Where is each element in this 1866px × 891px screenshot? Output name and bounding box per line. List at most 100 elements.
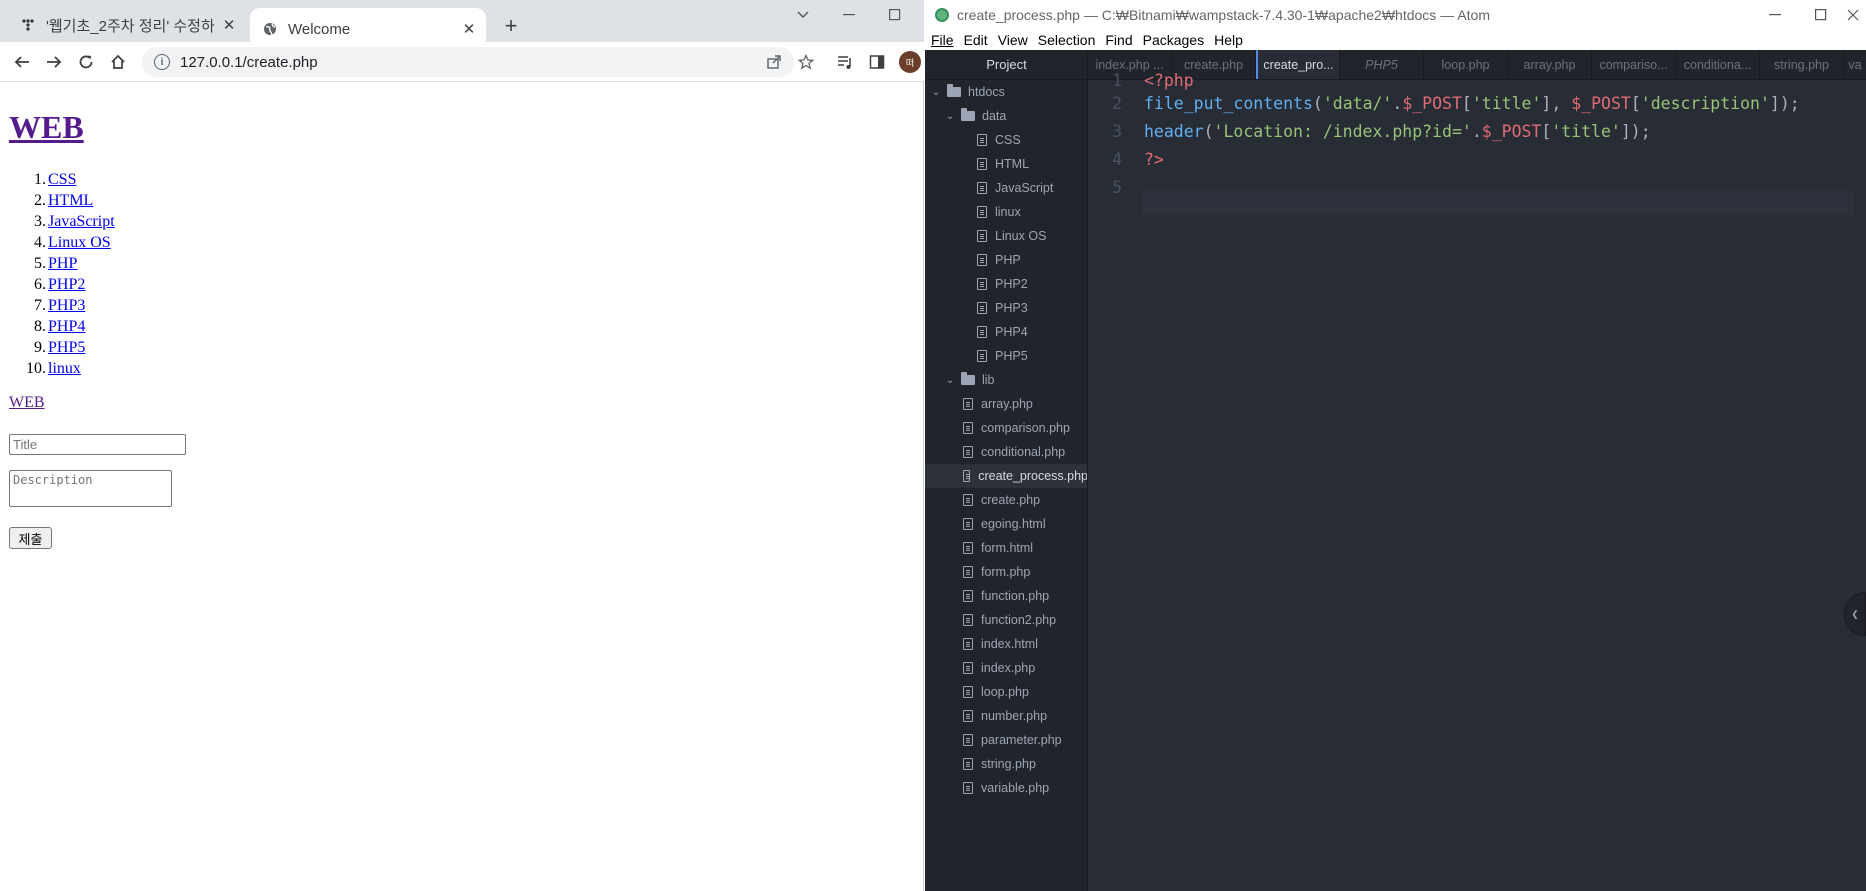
tree-file[interactable]: parameter.php — [925, 728, 1087, 752]
close-tab-icon[interactable]: ✕ — [218, 14, 240, 36]
file-icon — [963, 398, 973, 410]
web-link[interactable]: WEB — [9, 394, 45, 412]
tree-folder[interactable]: ⌄ data — [925, 104, 1087, 128]
title-input[interactable] — [9, 434, 186, 455]
media-control-icon[interactable] — [834, 51, 856, 73]
back-icon[interactable] — [10, 50, 34, 74]
tree-file[interactable]: function.php — [925, 584, 1087, 608]
forward-icon[interactable] — [42, 50, 66, 74]
bookmark-star-icon[interactable] — [795, 51, 817, 73]
tree-file[interactable]: loop.php — [925, 680, 1087, 704]
tree-file[interactable]: create_process.php — [925, 464, 1088, 488]
tree-header[interactable]: Project — [925, 50, 1087, 80]
minimize-icon[interactable] — [1752, 2, 1798, 28]
topic-link[interactable]: JavaScript — [48, 211, 115, 232]
editor-tab[interactable]: string.php — [1760, 50, 1844, 79]
tree-file[interactable]: egoing.html — [925, 512, 1087, 536]
tree-file[interactable]: index.html — [925, 632, 1087, 656]
editor-tab[interactable]: conditiona... — [1676, 50, 1760, 79]
tab-search-icon[interactable] — [780, 2, 826, 28]
tree-file[interactable]: HTML — [925, 152, 1087, 176]
tree-file[interactable]: array.php — [925, 392, 1087, 416]
close-tab-icon[interactable]: ✕ — [458, 18, 480, 40]
tree-file[interactable]: form.php — [925, 560, 1087, 584]
file-icon — [963, 638, 973, 650]
editor-tab-active[interactable]: create_pro... — [1256, 50, 1340, 79]
topic-link[interactable]: PHP2 — [48, 274, 85, 295]
file-icon — [977, 134, 987, 146]
topic-link[interactable]: PHP4 — [48, 316, 85, 337]
topic-link[interactable]: Linux OS — [48, 232, 111, 253]
topic-link[interactable]: HTML — [48, 190, 93, 211]
tree-file[interactable]: JavaScript — [925, 176, 1087, 200]
menu-view[interactable]: View — [998, 32, 1028, 48]
tree-file[interactable]: comparison.php — [925, 416, 1087, 440]
home-icon[interactable] — [106, 50, 130, 74]
line-number: 4 — [1112, 150, 1122, 169]
menu-find[interactable]: Find — [1105, 32, 1132, 48]
menu-selection[interactable]: Selection — [1038, 32, 1096, 48]
menu-file[interactable]: File — [931, 32, 954, 48]
tree-item-label: PHP3 — [995, 301, 1028, 315]
tree-file[interactable]: CSS — [925, 128, 1087, 152]
topic-link[interactable]: linux — [48, 358, 81, 379]
atom-menu-bar: File Edit View Selection Find Packages H… — [925, 30, 1866, 50]
tree-folder[interactable]: ⌄ htdocs — [925, 80, 1087, 104]
tree-item-label: HTML — [995, 157, 1030, 171]
editor-tab[interactable]: array.php — [1508, 50, 1592, 79]
browser-toolbar: i 127.0.0.1/create.php 떠 — [0, 42, 924, 82]
file-icon — [963, 782, 973, 794]
menu-edit[interactable]: Edit — [964, 32, 988, 48]
editor-tab[interactable]: compariso... — [1592, 50, 1676, 79]
page-heading-link[interactable]: WEB — [9, 109, 84, 145]
chevron-left-icon[interactable]: ❮ — [1844, 592, 1866, 636]
tree-item-label: create_process.php — [978, 469, 1088, 483]
browser-tab-notion[interactable]: '웹기초_2주차 정리' 수정하 ✕ — [10, 8, 246, 42]
tree-file[interactable]: index.php — [925, 656, 1087, 680]
tree-file[interactable]: variable.php — [925, 776, 1087, 800]
submit-button[interactable]: 제출 — [9, 527, 52, 549]
code-editor[interactable]: 1 2 3 4 5 <?php file_put_contents('data/… — [1088, 71, 1866, 891]
tree-folder[interactable]: ⌄ lib — [925, 368, 1087, 392]
topic-link[interactable]: CSS — [48, 169, 76, 190]
editor-tab[interactable]: PHP5 — [1340, 50, 1424, 79]
profile-avatar[interactable]: 떠 — [899, 51, 921, 73]
topic-link[interactable]: PHP3 — [48, 295, 85, 316]
editor-tab[interactable]: va — [1844, 50, 1866, 79]
tree-file[interactable]: number.php — [925, 704, 1087, 728]
file-icon — [963, 494, 973, 506]
list-item: 3. JavaScript — [34, 211, 115, 232]
file-icon — [977, 206, 987, 218]
topic-link[interactable]: PHP — [48, 253, 77, 274]
share-icon[interactable] — [763, 51, 785, 73]
tree-file[interactable]: Linux OS — [925, 224, 1087, 248]
maximize-icon[interactable] — [872, 2, 918, 28]
file-icon — [963, 614, 973, 626]
tree-item-label: conditional.php — [981, 445, 1066, 459]
chevron-down-icon: ⌄ — [945, 110, 955, 122]
reload-icon[interactable] — [74, 50, 98, 74]
menu-help[interactable]: Help — [1214, 32, 1243, 48]
minimize-icon[interactable] — [826, 2, 872, 28]
tree-file[interactable]: create.php — [925, 488, 1087, 512]
menu-packages[interactable]: Packages — [1143, 32, 1204, 48]
address-bar[interactable]: i 127.0.0.1/create.php — [142, 47, 794, 77]
tree-file[interactable]: PHP5 — [925, 344, 1087, 368]
tree-file[interactable]: conditional.php — [925, 440, 1087, 464]
file-icon — [977, 350, 987, 362]
topic-link[interactable]: PHP5 — [48, 337, 85, 358]
tree-file[interactable]: function2.php — [925, 608, 1087, 632]
close-icon[interactable] — [1830, 2, 1866, 28]
tree-file[interactable]: PHP4 — [925, 320, 1087, 344]
tree-file[interactable]: linux — [925, 200, 1087, 224]
tree-file[interactable]: PHP2 — [925, 272, 1087, 296]
side-panel-icon[interactable] — [866, 51, 888, 73]
tree-file[interactable]: string.php — [925, 752, 1087, 776]
tree-file[interactable]: PHP3 — [925, 296, 1087, 320]
editor-tab[interactable]: loop.php — [1424, 50, 1508, 79]
new-tab-button[interactable]: + — [498, 13, 524, 39]
tree-file[interactable]: PHP — [925, 248, 1087, 272]
description-textarea[interactable] — [9, 470, 172, 507]
tree-file[interactable]: form.html — [925, 536, 1087, 560]
site-info-icon[interactable]: i — [154, 54, 170, 70]
